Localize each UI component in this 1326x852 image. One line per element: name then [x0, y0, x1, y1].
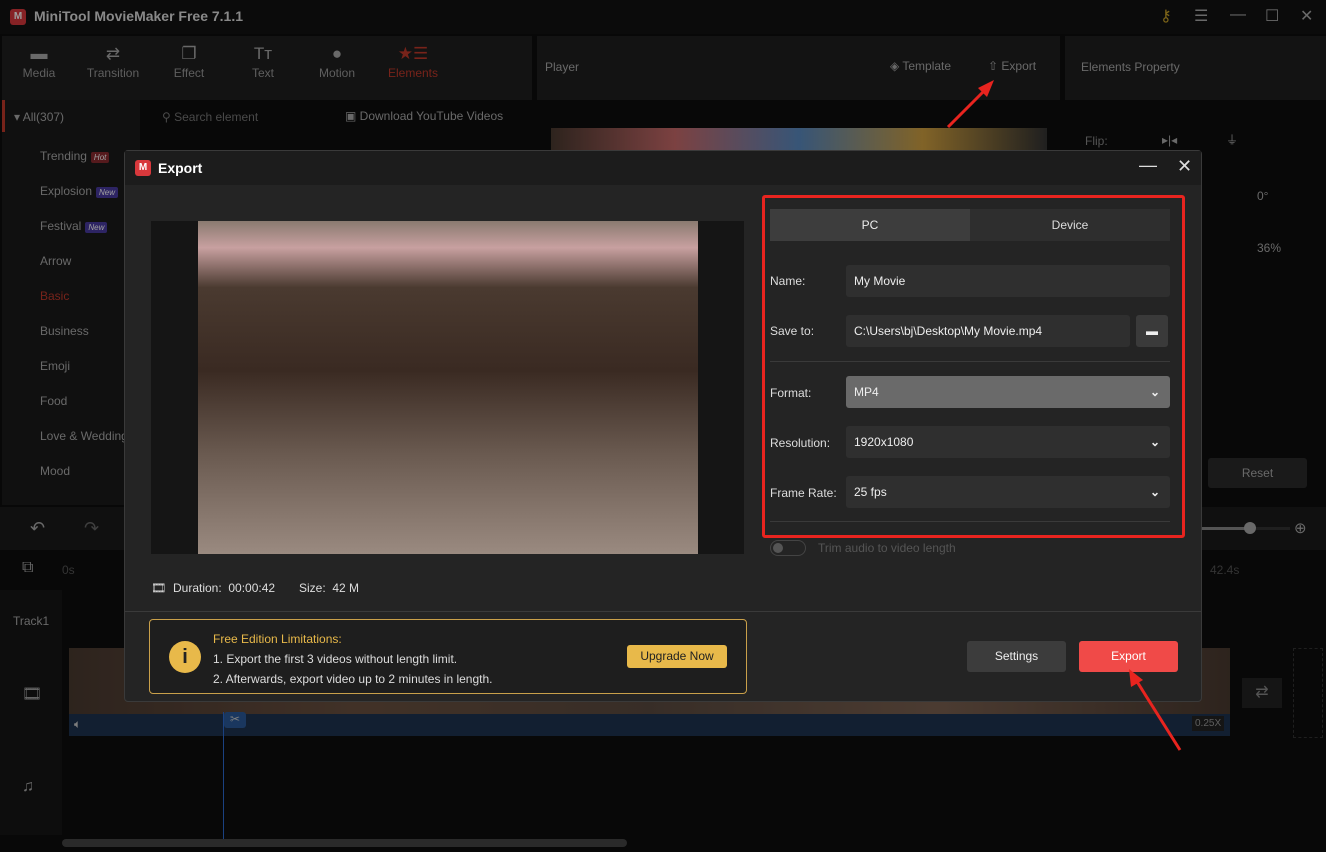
- arrow-to-export-button: [1129, 669, 1182, 751]
- arrow-to-player-export: [946, 80, 994, 129]
- annotation-arrows: [946, 80, 1182, 751]
